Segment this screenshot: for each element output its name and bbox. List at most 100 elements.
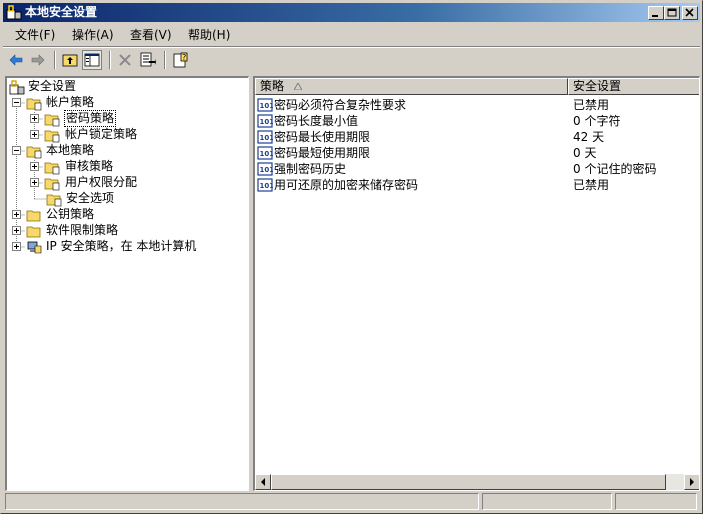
- list-item[interactable]: 101 密码最长使用期限 42 天: [255, 129, 699, 145]
- column-header-policy[interactable]: 策略: [255, 78, 568, 95]
- close-button[interactable]: [682, 6, 698, 20]
- horizontal-scrollbar[interactable]: [255, 474, 699, 490]
- svg-text:101: 101: [260, 150, 274, 158]
- tree-label: 帐户策略: [46, 95, 95, 109]
- expand-toggle[interactable]: [12, 226, 21, 235]
- policy-name: 密码最短使用期限: [274, 146, 371, 160]
- menu-help[interactable]: 帮助(H): [188, 28, 230, 43]
- help-icon: ?: [173, 52, 188, 68]
- expand-toggle[interactable]: [12, 242, 21, 251]
- maximize-button[interactable]: [664, 6, 680, 20]
- list-item[interactable]: 101 密码必须符合复杂性要求 已禁用: [255, 97, 699, 113]
- list-item[interactable]: 101 用可还原的加密来储存密码 已禁用: [255, 177, 699, 193]
- menu-bar: 文件(F) 操作(A) 查看(V) 帮助(H): [3, 25, 700, 45]
- close-icon: [685, 8, 694, 17]
- folder-icon: [44, 178, 60, 191]
- list-item[interactable]: 101 强制密码历史 0 个记住的密码: [255, 161, 699, 177]
- export-list-icon: [140, 52, 156, 67]
- policy-name: 密码长度最小值: [274, 114, 359, 128]
- forward-arrow-icon: [31, 54, 45, 66]
- policy-name: 强制密码历史: [274, 162, 347, 176]
- tree-item-security-options[interactable]: 安全选项: [7, 191, 247, 207]
- tree-item-audit-policy[interactable]: 审核策略: [7, 159, 247, 175]
- tree-item-public-key[interactable]: 公钥策略: [7, 207, 247, 223]
- tree-label: 安全选项: [66, 191, 115, 205]
- show-hide-tree-button[interactable]: [82, 50, 102, 70]
- scroll-thumb[interactable]: [271, 474, 666, 490]
- tree-label: 软件限制策略: [46, 223, 119, 237]
- svg-text:101: 101: [260, 134, 274, 142]
- policy-setting: 0 个记住的密码: [573, 162, 657, 176]
- tree-pane[interactable]: 安全设置 帐户策略 密码策略 帐户锁定策略 本地策略 审核策略 用户权限分配 安…: [5, 76, 249, 491]
- policy-icon: 101: [257, 146, 274, 160]
- minimize-button[interactable]: [648, 6, 664, 20]
- toolbar-separator: [109, 51, 111, 69]
- svg-text:101: 101: [260, 166, 274, 174]
- expand-toggle[interactable]: [30, 162, 39, 171]
- collapse-toggle[interactable]: [12, 146, 21, 155]
- svg-text:101: 101: [260, 118, 274, 126]
- tree-item-local-policies[interactable]: 本地策略: [7, 143, 247, 159]
- list-item[interactable]: 101 密码长度最小值 0 个字符: [255, 113, 699, 129]
- expand-toggle[interactable]: [12, 210, 21, 219]
- tree-item-security-settings[interactable]: 安全设置: [7, 79, 247, 95]
- tree-item-user-rights[interactable]: 用户权限分配: [7, 175, 247, 191]
- toolbar-separator: [164, 51, 166, 69]
- open-folder-icon: [26, 146, 42, 159]
- policy-icon: 101: [257, 98, 273, 112]
- ip-security-icon: [27, 241, 42, 254]
- status-cell-main: [5, 493, 479, 510]
- expand-toggle[interactable]: [30, 130, 39, 139]
- title-bar[interactable]: 本地安全设置: [3, 3, 700, 22]
- scroll-right-button[interactable]: [684, 474, 699, 490]
- folder-icon: [44, 114, 60, 127]
- security-settings-icon: [9, 80, 25, 95]
- tree-item-ip-security[interactable]: IP 安全策略，在 本地计算机: [7, 239, 247, 255]
- help-button[interactable]: ?: [171, 51, 189, 69]
- tree-item-account-policies[interactable]: 帐户策略: [7, 95, 247, 111]
- forward-button[interactable]: [29, 51, 47, 69]
- policy-setting: 0 天: [573, 146, 597, 160]
- scroll-left-button[interactable]: [255, 474, 271, 490]
- list-pane[interactable]: 策略 安全设置 101 密码必须符合复杂性要求 已禁用 101 密码长度最小值 …: [253, 76, 700, 491]
- toolbar: ?: [3, 48, 700, 74]
- menu-action[interactable]: 操作(A): [72, 28, 114, 43]
- status-cell-3: [615, 493, 697, 510]
- policy-icon: 101: [257, 162, 274, 176]
- column-header-label: 安全设置: [573, 79, 622, 93]
- policy-setting: 已禁用: [573, 98, 610, 112]
- policy-setting: 0 个字符: [573, 114, 621, 128]
- tree-item-password-policy[interactable]: 密码策略: [7, 110, 247, 127]
- list-item[interactable]: 101 密码最短使用期限 0 天: [255, 145, 699, 161]
- show-hide-tree-icon: [84, 53, 100, 67]
- policy-name: 密码最长使用期限: [274, 130, 371, 144]
- delete-button[interactable]: [116, 51, 134, 69]
- tree-label: 审核策略: [65, 159, 114, 173]
- svg-text:?: ?: [182, 53, 186, 62]
- list-header: 策略 安全设置: [255, 78, 699, 95]
- policy-setting: 42 天: [573, 130, 605, 144]
- tree-label: IP 安全策略，在 本地计算机: [46, 239, 197, 253]
- column-header-label: 策略: [260, 79, 285, 93]
- tree-label: 本地策略: [46, 143, 95, 157]
- open-folder-icon: [26, 98, 42, 111]
- sort-ascending-icon: [294, 83, 302, 90]
- tree-item-lockout-policy[interactable]: 帐户锁定策略: [7, 127, 247, 143]
- back-arrow-icon: [9, 54, 23, 66]
- column-header-setting[interactable]: 安全设置: [568, 78, 699, 95]
- security-settings-icon: [6, 5, 22, 20]
- expand-toggle[interactable]: [30, 178, 39, 187]
- menu-file[interactable]: 文件(F): [15, 28, 55, 43]
- tree-item-software-restriction[interactable]: 软件限制策略: [7, 223, 247, 239]
- collapse-toggle[interactable]: [12, 98, 21, 107]
- tree-label: 公钥策略: [46, 207, 95, 221]
- folder-icon: [26, 226, 41, 238]
- back-button[interactable]: [7, 51, 25, 69]
- expand-toggle[interactable]: [30, 114, 39, 123]
- menu-view[interactable]: 查看(V): [130, 28, 172, 43]
- policy-icon: 101: [257, 178, 273, 192]
- export-list-button[interactable]: [139, 51, 157, 69]
- folder-icon: [44, 162, 60, 175]
- up-one-level-button[interactable]: [61, 51, 79, 69]
- scroll-left-icon: [261, 478, 265, 486]
